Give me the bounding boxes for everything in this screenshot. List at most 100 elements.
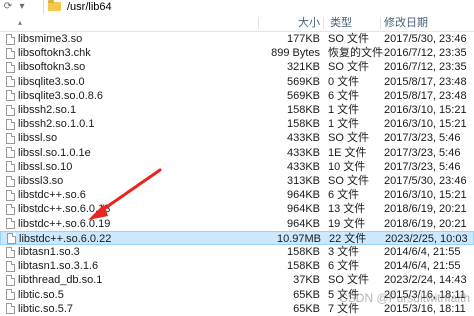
refresh-icon[interactable]: ⟳ bbox=[2, 0, 14, 14]
file-type: SO 文件 bbox=[328, 132, 369, 145]
file-icon bbox=[6, 90, 15, 102]
file-icon bbox=[6, 203, 15, 215]
file-row[interactable]: libstdc++.so.6.0.22 10.97MB 22 文件 2023/2/25… bbox=[0, 230, 474, 245]
file-modified-date: 2016/3/10, 15:21 bbox=[384, 104, 467, 116]
file-row[interactable]: libstdc++.so.6.0.19 964KB 19 文件 2018/6/19, … bbox=[0, 217, 474, 231]
file-icon bbox=[6, 47, 15, 59]
watermark: CSDN @Pursuitwithfaith bbox=[339, 291, 470, 305]
file-modified-date: 2015/8/17, 23:48 bbox=[384, 75, 467, 88]
file-modified-date: 2016/7/12, 23:35 bbox=[384, 47, 467, 60]
file-icon bbox=[6, 132, 15, 144]
file-size: 569KB bbox=[286, 89, 320, 102]
address-path-box[interactable]: /usr/lib64 bbox=[43, 0, 474, 14]
file-icon bbox=[6, 289, 15, 301]
file-modified-date: 2017/3/23, 5:46 bbox=[384, 132, 461, 145]
column-divider[interactable] bbox=[323, 17, 324, 29]
file-type: 恢复的文件 bbox=[328, 47, 383, 60]
chevron-down-icon[interactable]: ▾ bbox=[16, 0, 28, 14]
file-type: 6 文件 bbox=[328, 89, 360, 102]
file-icon bbox=[6, 175, 15, 187]
file-row[interactable]: libsoftokn3.so 321KB SO 文件 2016/7/12, 23:35 bbox=[0, 60, 474, 74]
file-row[interactable]: libtasn1.so.3 158KB 3 文件 2014/6/4, 21:55 bbox=[0, 245, 474, 259]
file-size: 899 Bytes bbox=[271, 47, 320, 60]
file-size: 10.97MB bbox=[276, 232, 321, 245]
file-type: SO 文件 bbox=[328, 274, 369, 287]
file-row[interactable]: libsoftokn3.chk 899 Bytes 恢复的文件 2016/7/12, … bbox=[0, 46, 474, 60]
file-name: libtasn1.so.3 bbox=[18, 246, 80, 258]
file-icon bbox=[6, 274, 15, 286]
file-modified-date: 2017/3/23, 5:46 bbox=[384, 160, 461, 173]
file-size: 433KB bbox=[286, 146, 320, 159]
column-divider[interactable] bbox=[258, 17, 259, 29]
file-type: 6 文件 bbox=[328, 189, 360, 202]
file-name: libstdc++.so.6.0.22 bbox=[19, 232, 112, 245]
file-size: 158KB bbox=[286, 118, 320, 131]
file-name: libthread_db.so.1 bbox=[18, 274, 103, 287]
file-size: 177KB bbox=[286, 33, 320, 45]
file-type: SO 文件 bbox=[328, 33, 369, 45]
file-size: 65KB bbox=[293, 288, 320, 301]
file-row[interactable]: libsqlite3.so.0 569KB 0 文件 2015/8/17, 23:48 bbox=[0, 75, 474, 89]
file-name: libssl.so.10 bbox=[18, 160, 73, 173]
file-name: libsqlite3.so.0.8.6 bbox=[18, 89, 103, 102]
file-modified-date: 2023/2/25, 10:03 bbox=[385, 232, 468, 245]
file-type: 1 文件 bbox=[328, 104, 360, 116]
file-row[interactable]: libtasn1.so.3.1.6 158KB 6 文件 2014/6/4, 21:5… bbox=[0, 259, 474, 273]
file-size: 569KB bbox=[286, 75, 320, 88]
file-modified-date: 2016/3/10, 15:21 bbox=[384, 118, 467, 131]
folder-icon bbox=[48, 0, 61, 11]
file-size: 964KB bbox=[286, 203, 320, 216]
column-divider[interactable] bbox=[380, 17, 381, 29]
file-row[interactable]: libstdc++.so.6 964KB 6 文件 2016/3/10, 15:21 bbox=[0, 188, 474, 202]
file-row[interactable]: libstdc++.so.6.0.13 964KB 13 文件 2018/6/19, … bbox=[0, 202, 474, 216]
file-icon bbox=[6, 104, 15, 116]
file-icon bbox=[6, 147, 15, 159]
file-row[interactable]: libssh2.so.1.0.1 158KB 1 文件 2016/3/10, 15:2… bbox=[0, 117, 474, 131]
file-row[interactable]: libssh2.so.1 158KB 1 文件 2016/3/10, 15:21 bbox=[0, 103, 474, 117]
file-name: libstdc++.so.6 bbox=[18, 189, 86, 202]
file-icon bbox=[6, 61, 15, 73]
file-row[interactable]: libssl.so.10 433KB 10 文件 2017/3/23, 5:46 bbox=[0, 160, 474, 174]
file-size: 158KB bbox=[286, 260, 320, 273]
file-icon bbox=[6, 246, 15, 258]
file-row[interactable]: libssl.so 433KB SO 文件 2017/3/23, 5:46 bbox=[0, 131, 474, 145]
file-icon bbox=[6, 189, 15, 201]
file-row[interactable]: libssl.so.1.0.1e 433KB 1E 文件 2017/3/23, 5:4… bbox=[0, 146, 474, 160]
file-name: libtic.so.5.7 bbox=[18, 302, 74, 315]
file-type: 10 文件 bbox=[328, 160, 366, 173]
file-size: 158KB bbox=[286, 104, 320, 116]
address-path[interactable]: /usr/lib64 bbox=[67, 0, 112, 14]
file-row[interactable]: libthread_db.so.1 37KB SO 文件 2023/2/24, 14:… bbox=[0, 273, 474, 287]
file-type: 13 文件 bbox=[328, 203, 366, 216]
file-size: 964KB bbox=[286, 189, 320, 202]
file-icon bbox=[6, 303, 15, 315]
sort-indicator-icon: ▴ bbox=[18, 18, 23, 27]
file-modified-date: 2016/3/10, 15:21 bbox=[384, 189, 467, 202]
file-type: 1 文件 bbox=[328, 118, 360, 131]
file-icon bbox=[6, 33, 15, 45]
file-size: 65KB bbox=[293, 302, 320, 315]
file-name: libsqlite3.so.0 bbox=[18, 75, 85, 88]
file-name: libssl.so bbox=[18, 132, 58, 145]
file-name: libssl.so.1.0.1e bbox=[18, 146, 91, 159]
file-type: 19 文件 bbox=[328, 217, 366, 230]
file-size: 37KB bbox=[293, 274, 320, 287]
file-row[interactable]: libsqlite3.so.0.8.6 569KB 6 文件 2015/8/17, 2… bbox=[0, 89, 474, 103]
file-type: SO 文件 bbox=[328, 61, 369, 74]
file-modified-date: 2014/6/4, 21:55 bbox=[384, 260, 461, 273]
file-size: 313KB bbox=[286, 175, 320, 187]
file-size: 433KB bbox=[286, 160, 320, 173]
file-modified-date: 2014/6/4, 21:55 bbox=[384, 246, 461, 258]
file-modified-date: 2017/5/30, 23:46 bbox=[384, 33, 467, 45]
file-size: 964KB bbox=[286, 217, 320, 230]
column-header-size[interactable]: 大小 bbox=[262, 15, 320, 31]
file-row[interactable]: libsmime3.so 177KB SO 文件 2017/5/30, 23:46 bbox=[0, 32, 474, 46]
file-name: libssl3.so bbox=[18, 175, 64, 187]
file-size: 158KB bbox=[286, 246, 320, 258]
file-icon bbox=[6, 76, 15, 88]
column-header-type[interactable]: 类型 bbox=[330, 15, 352, 31]
column-header-modified[interactable]: 修改日期 bbox=[384, 15, 428, 31]
file-name: libtic.so.5 bbox=[18, 288, 64, 301]
file-row[interactable]: libssl3.so 313KB SO 文件 2017/5/30, 23:46 bbox=[0, 174, 474, 188]
file-modified-date: 2016/7/12, 23:35 bbox=[384, 61, 467, 74]
